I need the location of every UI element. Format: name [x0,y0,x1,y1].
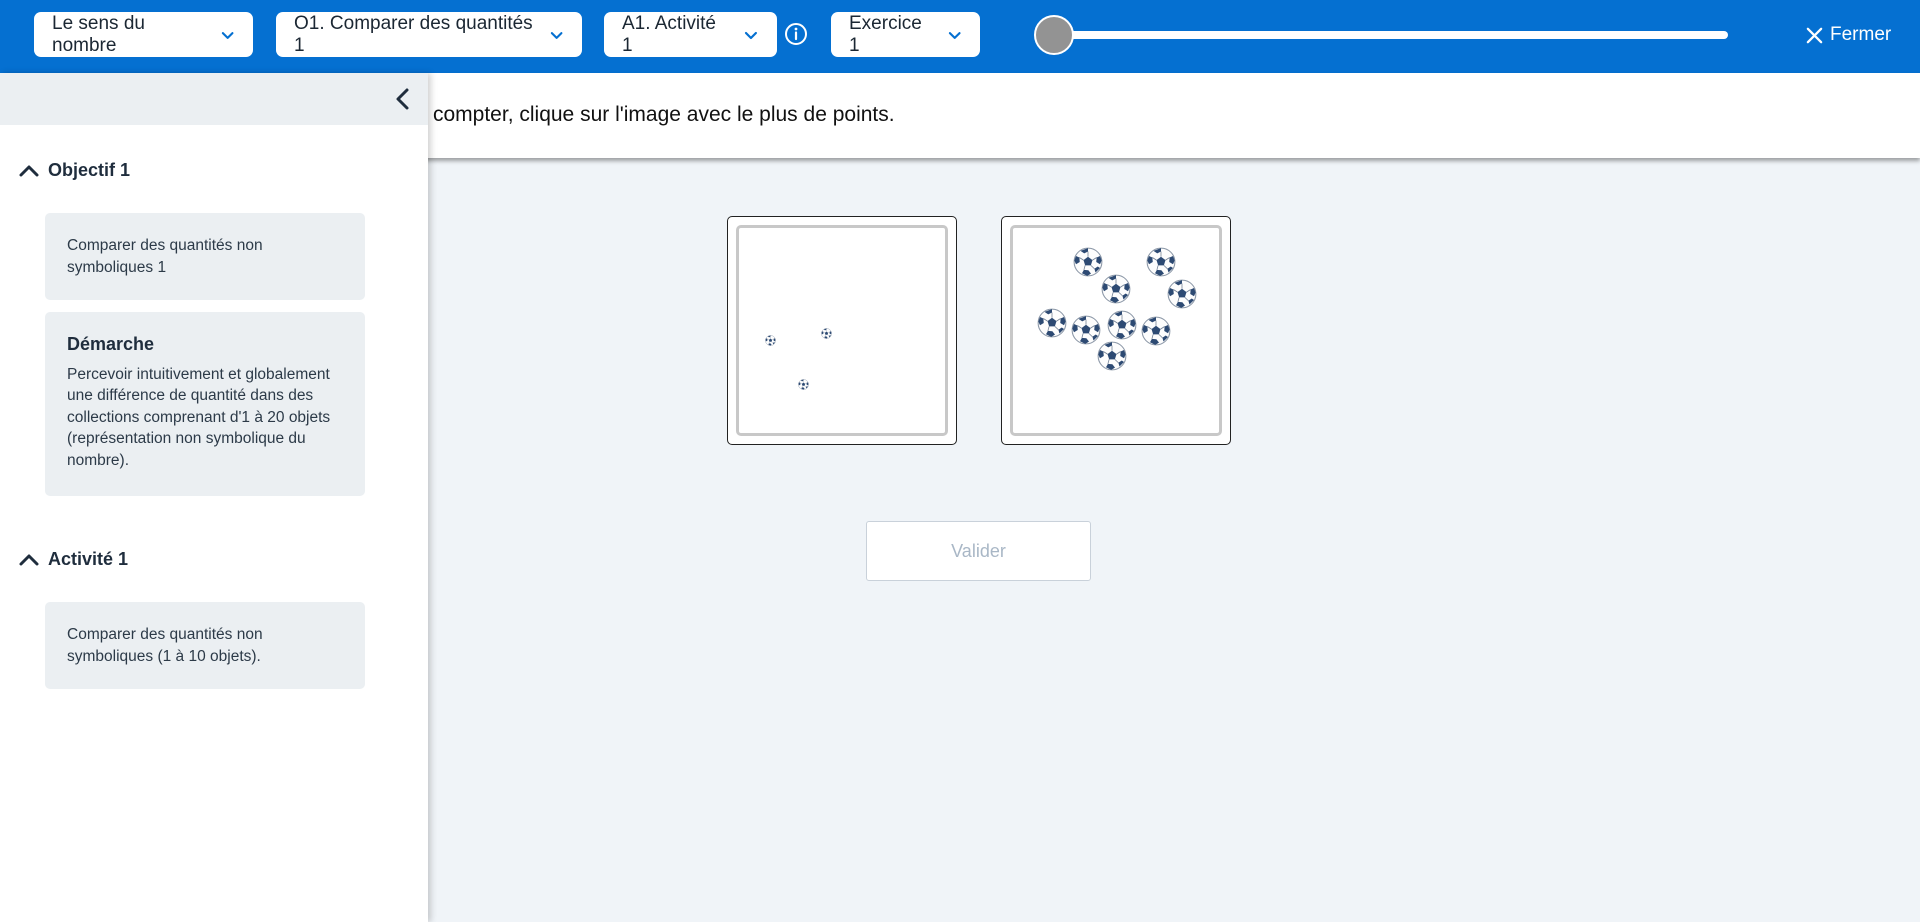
close-icon [1806,27,1823,43]
chevron-down-icon [550,31,563,39]
chevron-down-icon [221,31,234,39]
close-button[interactable]: Fermer [1805,20,1891,50]
domain-dropdown[interactable]: Le sens du nombre [34,12,253,57]
chevron-left-icon[interactable] [392,87,414,111]
sidebar-header [0,73,428,125]
soccer-ball-icon [765,335,776,346]
top-bar: Le sens du nombre O1. Comparer des quant… [0,0,1920,73]
approach-title: Démarche [67,334,155,354]
chevron-up-icon [19,165,39,176]
soccer-ball-icon [1107,310,1137,340]
soccer-ball-icon [1141,316,1171,346]
activity-heading: Activité 1 [48,549,129,569]
activity-card-text: Comparer des quantités non symboliques (… [67,626,263,665]
answer-choice-1-image [736,225,948,436]
approach-card: Démarche Percevoir intuitivement et glob… [45,312,365,496]
soccer-ball-icon [1037,308,1067,338]
answer-choice-1[interactable] [727,216,957,445]
objective-card: Comparer des quantités non symboliques 1 [45,213,365,300]
soccer-ball-icon [798,379,809,390]
objective-dropdown[interactable]: O1. Comparer des quantités 1 [276,12,582,57]
instruction-text: compter, clique sur l'image avec le plus… [433,103,895,126]
soccer-ball-icon [1101,274,1131,304]
sidebar-panel: Objectif 1 Comparer des quantités non sy… [0,73,428,922]
objective-section-toggle[interactable]: Objectif 1 [18,160,130,181]
progress-slider-track[interactable] [1040,31,1728,39]
close-label: Fermer [1830,24,1892,45]
exercise-dropdown[interactable]: Exercice 1 [831,12,980,57]
exercise-dropdown-label: Exercice 1 [849,12,922,56]
chevron-down-icon [744,31,758,39]
activity-dropdown-label: A1. Activité 1 [622,12,716,56]
soccer-ball-icon [1146,247,1176,277]
activity-dropdown[interactable]: A1. Activité 1 [604,12,777,57]
activity-section-toggle[interactable]: Activité 1 [18,549,128,570]
soccer-ball-icon [1073,247,1103,277]
chevron-down-icon [948,31,961,39]
activity-card: Comparer des quantités non symboliques (… [45,602,365,689]
chevron-up-icon [19,554,39,565]
answer-choice-2-image [1010,225,1222,436]
approach-text: Percevoir intuitivement et globalement u… [67,365,331,469]
soccer-ball-icon [1097,341,1127,371]
objective-heading: Objectif 1 [48,160,131,180]
soccer-ball-icon [1167,279,1197,309]
objective-dropdown-label: O1. Comparer des quantités 1 [294,12,533,56]
objective-card-text: Comparer des quantités non symboliques 1 [67,237,263,276]
info-icon[interactable] [784,22,808,46]
answer-choice-2[interactable] [1001,216,1231,445]
validate-button[interactable]: Valider [866,521,1091,581]
soccer-ball-icon [821,328,832,339]
domain-dropdown-label: Le sens du nombre [52,12,145,56]
progress-slider-thumb[interactable] [1034,15,1074,55]
